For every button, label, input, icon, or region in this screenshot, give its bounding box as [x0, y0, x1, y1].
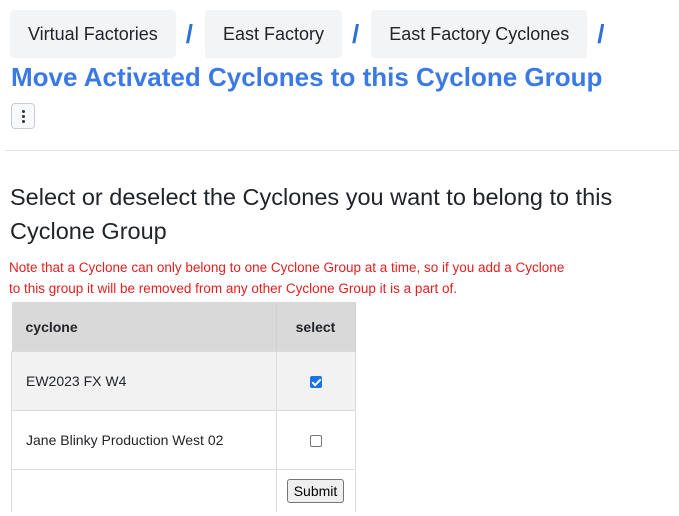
breadcrumb-east-factory[interactable]: East Factory: [204, 10, 342, 58]
breadcrumb-separator: /: [597, 19, 605, 49]
select-checkbox[interactable]: [309, 376, 322, 389]
select-checkbox[interactable]: [309, 435, 322, 448]
cyclone-name: EW2023 FX W4: [11, 351, 277, 411]
vertical-ellipsis-icon: [21, 114, 25, 118]
cyclone-table: cyclone select EW2023 FX W4 Jane Blinky …: [11, 302, 356, 512]
more-options-button[interactable]: [11, 103, 35, 129]
column-header-select: select: [276, 302, 356, 352]
divider: [5, 150, 679, 151]
warning-note-line-1: Note that a Cyclone can only belong to o…: [9, 260, 565, 275]
select-cell: [275, 351, 356, 411]
table-row: Jane Blinky Production West 02: [11, 410, 356, 470]
submit-button[interactable]: Submit: [286, 479, 345, 503]
vertical-ellipsis-icon: [21, 109, 25, 113]
warning-note: Note that a Cyclone can only belong to o…: [9, 257, 679, 299]
column-header-cyclone: cyclone: [11, 302, 277, 352]
page-title: Move Activated Cyclones to this Cyclone …: [11, 62, 603, 92]
table-row-submit: Submit: [11, 469, 356, 512]
empty-cell: [11, 469, 277, 512]
cyclone-name: Jane Blinky Production West 02: [11, 410, 277, 470]
section-heading: Select or deselect the Cyclones you want…: [10, 184, 613, 244]
page: Virtual Factories / East Factory / East …: [0, 0, 679, 516]
table-header-row: cyclone select: [11, 302, 356, 352]
breadcrumb-separator: /: [185, 19, 193, 49]
warning-note-line-2: to this group it will be removed from an…: [9, 281, 457, 296]
breadcrumb-east-factory-cyclones[interactable]: East Factory Cyclones: [371, 10, 588, 58]
table-row: EW2023 FX W4: [11, 351, 356, 411]
breadcrumb-virtual-factories[interactable]: Virtual Factories: [10, 10, 176, 58]
vertical-ellipsis-icon: [21, 119, 25, 123]
breadcrumb-separator: /: [351, 19, 360, 49]
submit-cell: Submit: [275, 469, 356, 512]
breadcrumb: Virtual Factories / East Factory / East …: [10, 10, 617, 58]
select-cell: [275, 410, 356, 470]
